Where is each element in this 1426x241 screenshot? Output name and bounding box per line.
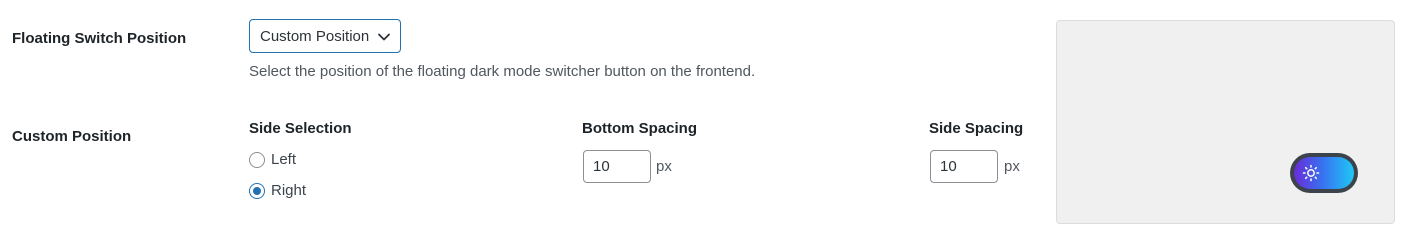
floating-switch-position-label: Floating Switch Position [12, 30, 187, 47]
position-preview [1056, 20, 1395, 224]
toggle-track [1294, 157, 1354, 189]
sun-icon [1302, 164, 1320, 182]
bottom-spacing-input[interactable] [583, 150, 651, 183]
position-description: Select the position of the floating dark… [249, 63, 756, 80]
radio-option-right[interactable]: Right [249, 182, 306, 199]
radio-option-left[interactable]: Left [249, 151, 296, 168]
bottom-spacing-unit: px [656, 158, 672, 175]
side-spacing-input[interactable] [930, 150, 998, 183]
custom-position-label: Custom Position [12, 128, 132, 145]
radio-left-label: Left [271, 151, 297, 168]
settings-panel: Floating Switch Position Custom Position… [0, 0, 1426, 241]
position-select[interactable]: Custom Position [249, 19, 401, 53]
bottom-spacing-heading: Bottom Spacing [582, 120, 697, 137]
radio-right[interactable] [249, 182, 265, 199]
side-spacing-unit: px [1004, 158, 1020, 175]
dark-mode-toggle-preview [1290, 153, 1358, 193]
radio-right-label: Right [271, 182, 307, 199]
chevron-down-icon [378, 33, 390, 41]
side-spacing-heading: Side Spacing [929, 120, 1024, 137]
position-select-value: Custom Position [260, 27, 370, 45]
radio-left[interactable] [249, 151, 265, 168]
side-selection-heading: Side Selection [249, 120, 352, 137]
